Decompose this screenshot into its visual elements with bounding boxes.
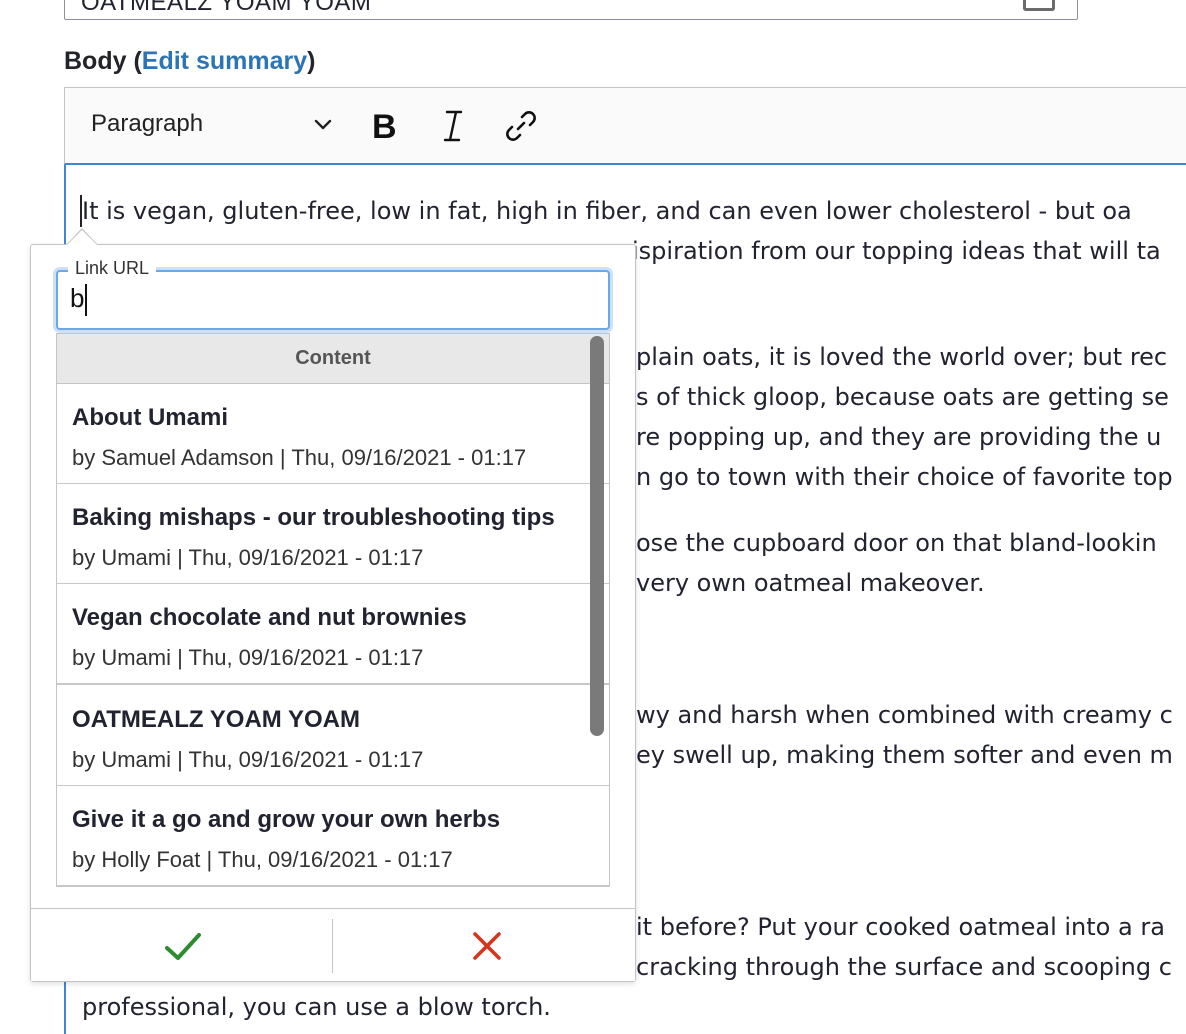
link-url-caret — [85, 284, 87, 316]
list-item[interactable]: OATMEALZ YOAM YOAM by Umami | Thu, 09/16… — [57, 686, 609, 787]
edit-summary-link[interactable]: Edit summary — [142, 47, 307, 75]
close-icon[interactable] — [465, 924, 509, 968]
actions-divider — [332, 919, 333, 973]
body-label-text: Body — [64, 47, 127, 75]
results-scrollbar[interactable] — [590, 336, 604, 736]
result-title: About Umami — [72, 404, 228, 431]
editor-text-line: cracking through the surface and scoopin… — [636, 953, 1172, 981]
list-item[interactable]: Vegan chocolate and nut brownies by Umam… — [57, 584, 609, 685]
body-label-close-paren: ) — [307, 47, 316, 75]
result-meta: by Samuel Adamson | Thu, 09/16/2021 - 01… — [72, 445, 527, 470]
editor-text-line: It is vegan, gluten-free, low in fat, hi… — [82, 197, 1132, 225]
title-input-value: OATMEALZ YOAM YOAM — [81, 0, 372, 16]
balloon-actions — [31, 908, 635, 981]
editor-caret — [80, 195, 82, 227]
editor-text-line: ispiration from our topping ideas that w… — [632, 237, 1161, 265]
editor-text-line: plain oats, it is loved the world over; … — [636, 343, 1168, 371]
balloon-arrow-inner — [67, 230, 97, 245]
card-icon — [1023, 0, 1055, 11]
list-item[interactable]: Give it a go and grow your own herbs by … — [57, 786, 609, 886]
list-item[interactable]: Baking mishaps - our troubleshooting tip… — [57, 484, 609, 585]
result-meta: by Umami | Thu, 09/16/2021 - 01:17 — [72, 747, 424, 772]
link-url-input[interactable] — [56, 270, 610, 330]
link-suggestions-list[interactable]: Content About Umami by Samuel Adamson | … — [56, 333, 610, 887]
result-title: Vegan chocolate and nut brownies — [72, 604, 467, 631]
bold-icon[interactable]: B — [365, 106, 405, 146]
editor-text-line: it before? Put your cooked oatmeal into … — [636, 913, 1165, 941]
body-label-open-paren: ( — [133, 47, 142, 75]
svg-text:B: B — [372, 108, 397, 146]
results-group-header: Content — [57, 334, 609, 384]
result-title: Give it a go and grow your own herbs — [72, 806, 501, 833]
paragraph-format-dropdown[interactable]: Paragraph — [91, 110, 203, 138]
editor-text-line: ose the cupboard door on that bland-look… — [636, 529, 1157, 557]
checkmark-icon[interactable] — [161, 924, 205, 968]
chevron-down-icon[interactable] — [313, 114, 333, 134]
editor-text-line: professional, you can use a blow torch. — [82, 993, 551, 1021]
link-url-label: Link URL — [68, 258, 157, 279]
result-meta: by Umami | Thu, 09/16/2021 - 01:17 — [72, 545, 424, 570]
link-icon[interactable] — [501, 106, 541, 146]
result-meta: by Umami | Thu, 09/16/2021 - 01:17 — [72, 645, 424, 670]
link-url-value: b — [70, 283, 85, 313]
result-title: OATMEALZ YOAM YOAM — [72, 706, 360, 733]
italic-icon[interactable] — [433, 106, 473, 146]
editor-toolbar: Paragraph B — [64, 87, 1186, 165]
result-meta: by Holly Foat | Thu, 09/16/2021 - 01:17 — [72, 847, 453, 872]
editor-text-line: re popping up, and they are providing th… — [636, 423, 1162, 451]
editor-text-line: very own oatmeal makeover. — [636, 569, 985, 597]
list-item[interactable]: About Umami by Samuel Adamson | Thu, 09/… — [57, 384, 609, 485]
result-title: Baking mishaps - our troubleshooting tip… — [72, 504, 555, 531]
editor-text-line: ey swell up, making them softer and even… — [636, 741, 1173, 769]
editor-text-line: s of thick gloop, because oats are getti… — [636, 383, 1169, 411]
body-field-label: Body (Edit summary) — [64, 47, 315, 76]
editor-text-line: n go to town with their choice of favori… — [636, 463, 1173, 491]
editor-text-line: wy and harsh when combined with creamy c — [636, 701, 1173, 729]
title-input[interactable]: OATMEALZ YOAM YOAM — [64, 0, 1078, 20]
